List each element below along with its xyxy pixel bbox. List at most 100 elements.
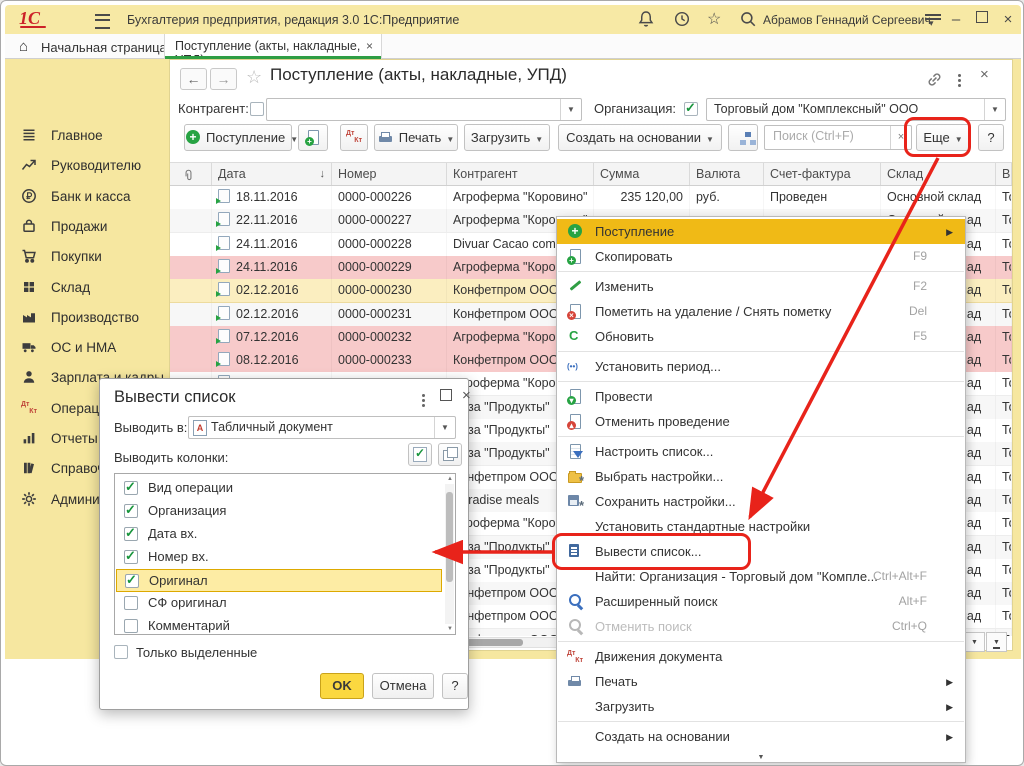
column-header[interactable]: Сумма bbox=[594, 163, 690, 185]
load-button[interactable]: Загрузить▼ bbox=[464, 124, 550, 151]
context-menu-item[interactable]: Вывести список... bbox=[557, 539, 965, 564]
new-document-button[interactable]: +Поступление▼ bbox=[184, 124, 292, 151]
column-checkbox[interactable] bbox=[124, 619, 138, 633]
home-icon[interactable]: ⌂ bbox=[19, 38, 28, 55]
current-user[interactable]: Абрамов Геннадий Сергеевич bbox=[763, 13, 931, 27]
sidebar-item[interactable]: Главное bbox=[5, 125, 169, 151]
column-header[interactable]: Валюта bbox=[690, 163, 764, 185]
context-menu-item[interactable]: Печать▶ bbox=[557, 669, 965, 694]
organization-filter-checkbox[interactable] bbox=[684, 102, 698, 116]
history-icon[interactable] bbox=[673, 10, 693, 30]
tab-home[interactable]: Начальная страница bbox=[41, 40, 167, 55]
context-menu-item[interactable]: ×Пометить на удаление / Снять пометкуDel bbox=[557, 299, 965, 324]
global-search-icon[interactable] bbox=[739, 10, 759, 30]
sidebar-item[interactable]: Руководителю bbox=[5, 155, 169, 181]
column-header[interactable]: Номер bbox=[332, 163, 447, 185]
more-actions-icon[interactable] bbox=[958, 79, 961, 82]
output-to-combo[interactable]: A Табличный документ ▼ bbox=[188, 416, 456, 439]
list-scroll-up-icon[interactable]: ▲ bbox=[447, 476, 453, 482]
column-header[interactable]: Контрагент bbox=[447, 163, 594, 185]
column-option[interactable]: СФ оригинал bbox=[116, 592, 442, 615]
close-window-button[interactable]: × bbox=[997, 9, 1019, 31]
back-button[interactable]: ← bbox=[180, 68, 207, 90]
report-structure-button[interactable] bbox=[728, 124, 758, 151]
search-input[interactable] bbox=[771, 128, 887, 144]
column-option[interactable]: Дата вх. bbox=[116, 523, 442, 546]
uncheck-all-button[interactable] bbox=[438, 443, 462, 466]
context-menu-item[interactable]: ДтКтДвижения документа bbox=[557, 644, 965, 669]
column-checkbox[interactable] bbox=[125, 574, 139, 588]
dialog-maximize-icon[interactable] bbox=[440, 389, 452, 407]
scroll-down-button[interactable]: ▼ bbox=[964, 632, 985, 652]
get-link-icon[interactable] bbox=[926, 71, 944, 89]
contragent-filter-combo[interactable]: ▼ bbox=[266, 98, 582, 121]
context-menu-item[interactable]: Загрузить▶ bbox=[557, 694, 965, 719]
context-menu-item[interactable]: *Сохранить настройки... bbox=[557, 489, 965, 514]
context-menu-item[interactable]: CОбновитьF5 bbox=[557, 324, 965, 349]
tab-postuplenie[interactable]: Поступление (акты, накладные, УПД) × bbox=[164, 34, 382, 59]
check-all-button[interactable] bbox=[408, 443, 432, 466]
context-menu-item[interactable]: (••)Установить период... bbox=[557, 354, 965, 379]
column-header[interactable]: Склад bbox=[881, 163, 996, 185]
close-form-icon[interactable]: × bbox=[980, 66, 989, 83]
column-checkbox[interactable] bbox=[124, 481, 138, 495]
column-option[interactable]: Вид операции bbox=[116, 477, 442, 500]
menu-scroll-hint-icon[interactable]: ▼ bbox=[557, 754, 965, 761]
dropdown-arrow-icon[interactable]: ▼ bbox=[560, 99, 581, 120]
sidebar-item[interactable]: ОС и НМА bbox=[5, 337, 169, 363]
dialog-more-icon[interactable] bbox=[422, 399, 425, 402]
tab-close-icon[interactable]: × bbox=[366, 39, 373, 53]
print-button[interactable]: Печать▼ bbox=[374, 124, 458, 151]
context-menu-item[interactable]: ▴Отменить проведение bbox=[557, 409, 965, 434]
dropdown-arrow-icon[interactable]: ▼ bbox=[984, 99, 1005, 120]
sidebar-item[interactable]: Склад bbox=[5, 277, 169, 303]
sidebar-item[interactable]: Продажи bbox=[5, 216, 169, 242]
clear-search-icon[interactable]: × bbox=[890, 126, 911, 149]
minimize-button[interactable]: – bbox=[945, 9, 967, 31]
dropdown-arrow-icon[interactable]: ▼ bbox=[434, 417, 455, 438]
contragent-filter-checkbox[interactable] bbox=[250, 102, 264, 116]
more-button[interactable]: Еще▼ bbox=[916, 124, 970, 151]
context-menu-item[interactable]: Создать на основании▶ bbox=[557, 724, 965, 749]
service-menu-icon[interactable] bbox=[925, 13, 941, 27]
column-option[interactable]: Номер вх. bbox=[116, 546, 442, 569]
forward-button[interactable]: → bbox=[210, 68, 237, 90]
selected-only-checkbox[interactable] bbox=[114, 645, 128, 659]
context-menu-item[interactable]: Настроить список... bbox=[557, 439, 965, 464]
context-menu-item[interactable]: ▾Провести bbox=[557, 384, 965, 409]
column-checkbox[interactable] bbox=[124, 596, 138, 610]
column-header[interactable]: Счет-фактура bbox=[764, 163, 881, 185]
dialog-vertical-scrollbar[interactable] bbox=[445, 484, 454, 624]
create-based-on-button[interactable]: Создать на основании▼ bbox=[558, 124, 722, 151]
column-option[interactable]: Организация bbox=[116, 500, 442, 523]
ok-button[interactable]: OK bbox=[320, 673, 364, 699]
scroll-to-end-button[interactable]: ▼ bbox=[986, 632, 1007, 652]
main-menu-icon[interactable] bbox=[95, 14, 110, 29]
column-option[interactable]: Оригинал bbox=[116, 569, 442, 592]
sidebar-item[interactable]: Производство bbox=[5, 307, 169, 333]
dialog-help-button[interactable]: ? bbox=[442, 673, 468, 699]
sidebar-item[interactable]: Покупки bbox=[5, 246, 169, 272]
notifications-bell-icon[interactable] bbox=[637, 10, 657, 30]
context-menu-item[interactable]: *Выбрать настройки... bbox=[557, 464, 965, 489]
context-menu-item[interactable]: Отменить поискCtrl+Q bbox=[557, 614, 965, 639]
dialog-close-icon[interactable]: × bbox=[462, 387, 471, 404]
sidebar-item[interactable]: Банк и касса bbox=[5, 186, 169, 212]
context-menu-item[interactable]: +СкопироватьF9 bbox=[557, 244, 965, 269]
context-menu-item[interactable]: Установить стандартные настройки bbox=[557, 514, 965, 539]
context-menu-item[interactable]: Расширенный поискAlt+F bbox=[557, 589, 965, 614]
context-menu-item[interactable]: Найти: Организация - Торговый дом "Компл… bbox=[557, 564, 965, 589]
column-header[interactable]: В bbox=[996, 163, 1012, 185]
scrollbar-thumb[interactable] bbox=[446, 492, 453, 582]
dtkt-movements-button[interactable]: ДтКт bbox=[340, 124, 368, 151]
copy-document-button[interactable]: + bbox=[298, 124, 328, 151]
column-header[interactable]: Дата↓ bbox=[212, 163, 332, 185]
column-checkbox[interactable] bbox=[124, 504, 138, 518]
column-option[interactable]: Комментарий bbox=[116, 615, 442, 635]
list-scroll-down-icon[interactable]: ▼ bbox=[447, 626, 453, 632]
column-checkbox[interactable] bbox=[124, 550, 138, 564]
table-row[interactable]: 18.11.20160000-000226Агроферма "Коровино… bbox=[170, 186, 1012, 210]
cancel-button[interactable]: Отмена bbox=[372, 673, 434, 699]
column-header[interactable] bbox=[170, 163, 212, 185]
context-menu-item[interactable]: ИзменитьF2 bbox=[557, 274, 965, 299]
